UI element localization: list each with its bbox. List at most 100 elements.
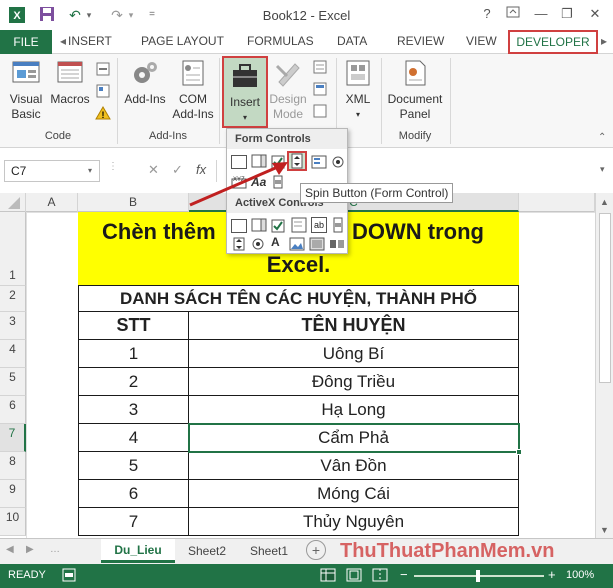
column-header-b[interactable]: B xyxy=(78,193,189,212)
help-icon[interactable]: ? xyxy=(476,4,498,24)
minimize-icon[interactable]: — xyxy=(530,4,552,24)
tab-insert[interactable]: INSERT xyxy=(68,34,116,48)
vertical-scrollbar[interactable]: ▲ ▼ xyxy=(595,193,613,538)
row-header-10[interactable]: 10 xyxy=(0,508,26,536)
district-name-cell[interactable]: Thủy Nguyên xyxy=(189,508,519,536)
stt-cell[interactable]: 3 xyxy=(78,396,189,424)
option-button-control-icon[interactable] xyxy=(331,155,345,169)
scrollbar-thumb[interactable] xyxy=(599,213,611,383)
district-name-cell[interactable]: Móng Cái xyxy=(189,480,519,508)
group-separator xyxy=(450,58,451,144)
zoom-slider-thumb[interactable] xyxy=(476,570,480,582)
tab-data[interactable]: DATA xyxy=(337,34,367,48)
sheet-nav-prev-icon[interactable]: ◀ xyxy=(6,544,14,555)
stt-cell[interactable]: 7 xyxy=(78,508,189,536)
cancel-icon[interactable]: ✕ xyxy=(148,162,159,178)
activex-button-icon[interactable] xyxy=(231,219,247,233)
close-icon[interactable]: ✕ xyxy=(584,4,606,24)
zoom-in-icon[interactable]: + xyxy=(548,567,556,582)
design-mode-button[interactable]: Design Mode xyxy=(268,58,308,122)
list-box-control-icon[interactable] xyxy=(311,155,327,169)
header-stt-cell[interactable]: STT xyxy=(78,312,189,340)
row-header-6[interactable]: 6 xyxy=(0,396,26,424)
tab-developer[interactable]: DEVELOPER xyxy=(508,30,598,54)
sheet-tab-sheet1[interactable]: Sheet1 xyxy=(240,544,298,558)
activex-option-button-icon[interactable] xyxy=(251,237,265,251)
stt-cell[interactable]: 4 xyxy=(78,424,189,452)
new-sheet-button[interactable]: + xyxy=(306,540,326,560)
stt-cell[interactable]: 1 xyxy=(78,340,189,368)
macro-security-icon[interactable]: ! xyxy=(95,106,111,120)
row-header-4[interactable]: 4 xyxy=(0,340,26,368)
sheet-tab-du-lieu[interactable]: Du_Lieu xyxy=(101,539,175,563)
fill-handle[interactable] xyxy=(516,449,522,455)
activex-label-icon[interactable]: A xyxy=(271,235,280,249)
sheet-tab-sheet2[interactable]: Sheet2 xyxy=(178,544,236,558)
activex-list-box-icon[interactable] xyxy=(291,217,307,233)
row-header-1[interactable]: 1 xyxy=(0,212,26,286)
activex-combo-box-icon[interactable] xyxy=(251,217,267,233)
scroll-down-icon[interactable]: ▼ xyxy=(600,525,609,535)
visual-basic-button[interactable]: Visual Basic xyxy=(4,58,48,122)
tab-view[interactable]: VIEW xyxy=(466,34,497,48)
zoom-level[interactable]: 100% xyxy=(566,569,594,581)
insert-controls-button[interactable]: Insert ▾ xyxy=(222,56,268,128)
header-name-cell[interactable]: TÊN HUYỆN xyxy=(189,312,519,340)
stt-cell[interactable]: 2 xyxy=(78,368,189,396)
collapse-ribbon-icon[interactable]: ⌃ xyxy=(598,132,606,143)
row-header-7[interactable]: 7 xyxy=(0,424,26,452)
sheet-nav-next-icon[interactable]: ▶ xyxy=(26,544,34,555)
list-title-cell[interactable]: DANH SÁCH TÊN CÁC HUYỆN, THÀNH PHỐ xyxy=(78,286,519,312)
row-header-8[interactable]: 8 xyxy=(0,452,26,480)
watermark: ThuThuatPhanMem.vn xyxy=(340,540,555,562)
row-header-2[interactable]: 2 xyxy=(0,286,26,312)
view-code-icon[interactable] xyxy=(313,82,327,96)
row-header-5[interactable]: 5 xyxy=(0,368,26,396)
document-panel-button[interactable]: Document Panel xyxy=(384,58,446,122)
page-layout-view-icon[interactable] xyxy=(346,568,362,582)
tab-page-layout[interactable]: PAGE LAYOUT xyxy=(141,34,224,48)
tab-scroll-right-icon[interactable]: ▸ xyxy=(601,34,607,48)
stt-cell[interactable]: 6 xyxy=(78,480,189,508)
maximize-icon[interactable]: ❐ xyxy=(556,4,578,24)
tab-formulas[interactable]: FORMULAS xyxy=(247,34,314,48)
run-dialog-icon[interactable] xyxy=(313,104,327,118)
district-name-cell[interactable]: Đông Triều xyxy=(189,368,519,396)
sheet-nav-more-icon[interactable]: … xyxy=(50,544,60,555)
add-ins-button[interactable]: Add-Ins xyxy=(120,58,170,107)
relative-references-icon[interactable] xyxy=(96,84,110,98)
record-macro-icon[interactable] xyxy=(96,62,110,76)
more-controls-icon[interactable] xyxy=(329,237,345,251)
com-add-ins-button[interactable]: COM Add-Ins xyxy=(171,58,215,122)
page-break-view-icon[interactable] xyxy=(372,568,388,582)
row-header-9[interactable]: 9 xyxy=(0,480,26,508)
tab-file[interactable]: FILE xyxy=(0,30,52,54)
district-name-cell[interactable]: Vân Đồn xyxy=(189,452,519,480)
activex-checkbox-icon[interactable] xyxy=(271,219,285,233)
macro-recording-icon[interactable] xyxy=(62,568,76,582)
macros-button[interactable]: Macros xyxy=(48,58,92,107)
tab-scroll-left-icon[interactable]: ◂ xyxy=(60,34,66,48)
stt-cell[interactable]: 5 xyxy=(78,452,189,480)
row-header-3[interactable]: 3 xyxy=(0,312,26,340)
scroll-up-icon[interactable]: ▲ xyxy=(600,197,609,207)
ribbon-display-icon[interactable] xyxy=(502,4,524,24)
name-box-dropdown-icon[interactable]: ▾ xyxy=(88,166,92,175)
normal-view-icon[interactable] xyxy=(320,568,336,582)
activex-text-box-icon[interactable]: ab xyxy=(311,217,327,233)
tab-review[interactable]: REVIEW xyxy=(397,34,444,48)
zoom-out-icon[interactable]: − xyxy=(400,567,408,582)
properties-icon[interactable] xyxy=(313,60,327,74)
district-name-cell[interactable]: Hạ Long xyxy=(189,396,519,424)
xml-icon xyxy=(343,58,373,88)
activex-scroll-bar-icon[interactable] xyxy=(331,217,345,233)
select-all-corner[interactable] xyxy=(0,193,26,212)
activex-image-icon[interactable] xyxy=(289,237,305,251)
column-header-a[interactable]: A xyxy=(26,193,78,212)
expand-formula-bar-icon[interactable]: ▾ xyxy=(600,164,605,175)
activex-spin-button-icon[interactable] xyxy=(231,237,247,251)
name-box[interactable]: C7 xyxy=(4,160,100,182)
xml-button[interactable]: XML ▾ xyxy=(340,58,376,122)
activex-toggle-button-icon[interactable] xyxy=(309,237,325,251)
district-name-cell[interactable]: Uông Bí xyxy=(189,340,519,368)
